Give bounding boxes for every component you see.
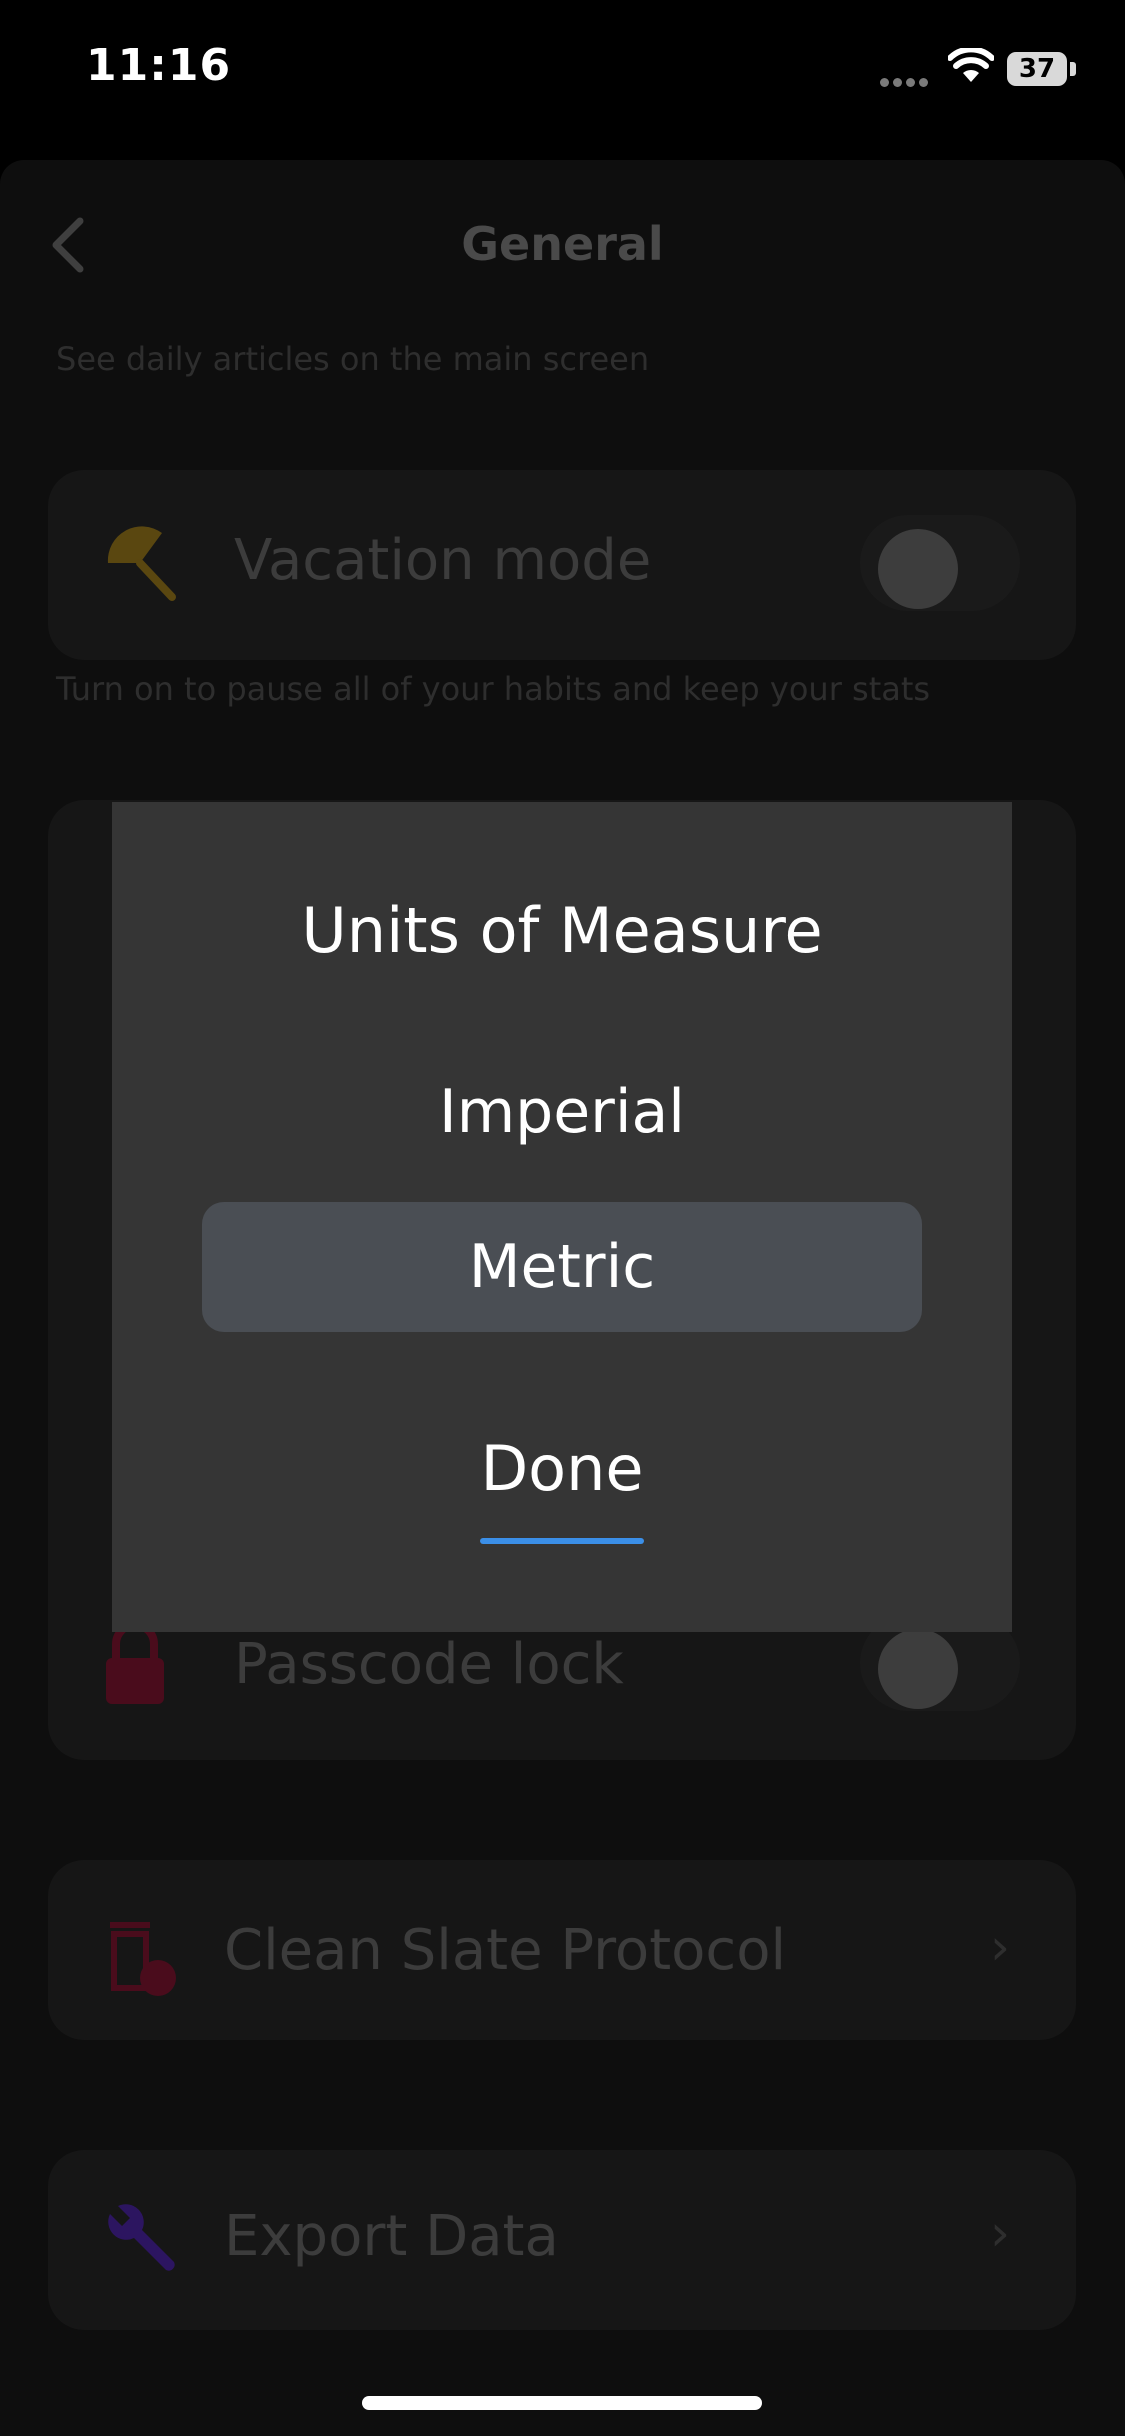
chevron-right-icon: › — [990, 2204, 1010, 2262]
wrench-icon — [108, 2204, 175, 2271]
done-button[interactable]: Done — [480, 1432, 644, 1505]
trash-clock-icon — [110, 1922, 176, 1996]
battery-cap — [1070, 62, 1076, 76]
clean-slate-label: Clean Slate Protocol — [224, 1918, 787, 1983]
status-time: 11:16 — [86, 40, 232, 91]
umbrella-icon — [107, 526, 176, 601]
export-data-card[interactable] — [48, 2150, 1076, 2330]
vacation-mode-hint: Turn on to pause all of your habits and … — [56, 670, 931, 708]
page-title: General — [461, 217, 664, 271]
status-bar: 11:16 37 — [0, 0, 1125, 140]
articles-hint: See daily articles on the main screen — [56, 340, 650, 378]
home-indicator — [362, 2396, 762, 2410]
option-metric[interactable]: Metric — [202, 1202, 922, 1332]
cellular-signal-icon — [880, 72, 932, 91]
vacation-mode-toggle[interactable] — [860, 515, 1020, 611]
wifi-icon — [948, 48, 994, 82]
lock-icon — [106, 1621, 164, 1704]
option-imperial[interactable]: Imperial — [202, 1047, 922, 1177]
passcode-lock-label: Passcode lock — [234, 1632, 624, 1697]
battery-icon: 37 — [1007, 52, 1067, 86]
chevron-right-icon: › — [990, 1918, 1010, 1976]
vacation-mode-label: Vacation mode — [234, 528, 652, 593]
done-underline — [480, 1538, 644, 1544]
dialog-title: Units of Measure — [301, 894, 823, 967]
export-data-label: Export Data — [224, 2204, 559, 2269]
units-dialog: Units of Measure Imperial Metric Done — [112, 802, 1012, 1632]
